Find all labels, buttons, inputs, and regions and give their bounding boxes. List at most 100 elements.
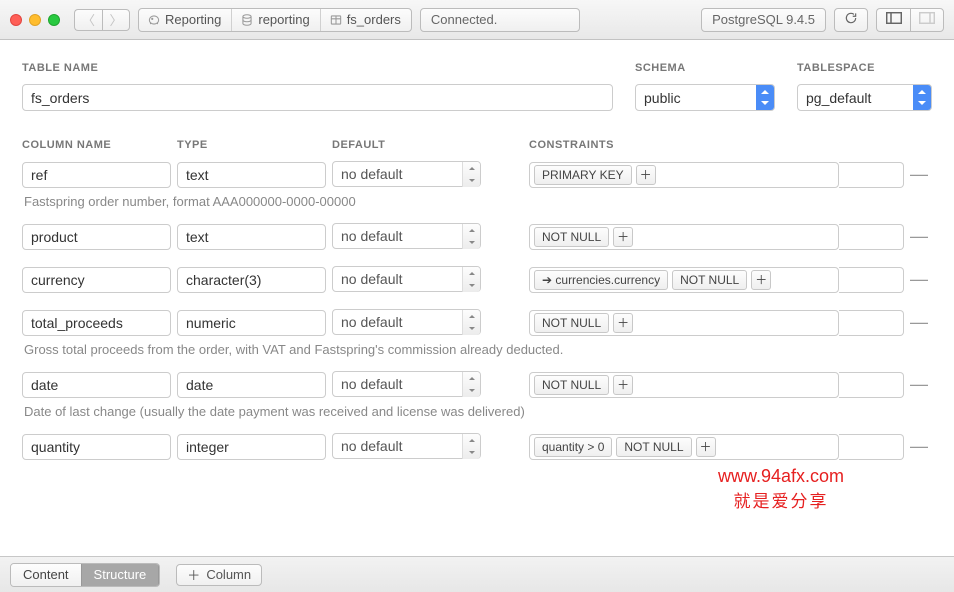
remove-column-button[interactable]: — bbox=[904, 436, 932, 457]
constraints-cell[interactable]: PRIMARY KEY＋ bbox=[529, 162, 839, 188]
constraint-tag[interactable]: PRIMARY KEY bbox=[534, 165, 632, 185]
default-select[interactable]: no default bbox=[332, 309, 481, 336]
default-select[interactable]: no default bbox=[332, 161, 481, 188]
label-column-name: COLUMN NAME bbox=[22, 139, 177, 151]
constraint-tag[interactable]: quantity > 0 bbox=[534, 437, 612, 457]
constraints-tail bbox=[839, 224, 904, 250]
nav-forward-button[interactable]: 〉 bbox=[102, 9, 130, 31]
constraints-tail bbox=[839, 162, 904, 188]
stepper-icon bbox=[462, 224, 480, 249]
constraints-tail bbox=[839, 267, 904, 293]
label-tablespace: TABLESPACE bbox=[797, 62, 932, 74]
table-icon bbox=[329, 13, 343, 27]
table-name-input[interactable] bbox=[22, 84, 613, 111]
default-select[interactable]: no default bbox=[332, 371, 481, 398]
breadcrumb-connection[interactable]: Reporting bbox=[139, 9, 232, 31]
remove-column-button[interactable]: — bbox=[904, 312, 932, 333]
remove-column-button[interactable]: — bbox=[904, 269, 932, 290]
breadcrumb: Reporting reporting fs_orders bbox=[138, 8, 412, 32]
add-constraint-button[interactable]: ＋ bbox=[613, 313, 633, 333]
column-type-input[interactable] bbox=[177, 372, 326, 398]
column-name-input[interactable] bbox=[22, 162, 171, 188]
refresh-icon bbox=[844, 11, 858, 28]
constraint-tag[interactable]: NOT NULL bbox=[672, 270, 747, 290]
traffic-lights bbox=[10, 14, 60, 26]
column-row: no default NOT NULL＋ — bbox=[22, 309, 932, 336]
breadcrumb-label: Reporting bbox=[165, 12, 221, 27]
add-column-button[interactable]: ＋ Column bbox=[176, 564, 262, 586]
column-type-input[interactable] bbox=[177, 434, 326, 460]
add-constraint-button[interactable]: ＋ bbox=[613, 227, 633, 247]
default-select[interactable]: no default bbox=[332, 433, 481, 460]
layout-sidebar-left-button[interactable] bbox=[876, 8, 910, 32]
nav-back-button[interactable]: 〈 bbox=[74, 9, 102, 31]
constraint-tag[interactable]: NOT NULL bbox=[534, 313, 609, 333]
chevron-right-icon: 〉 bbox=[109, 10, 122, 29]
label-constraints: CONSTRAINTS bbox=[529, 139, 739, 151]
constraints-cell[interactable]: NOT NULL＋ bbox=[529, 372, 839, 398]
remove-column-button[interactable]: — bbox=[904, 226, 932, 247]
constraints-cell[interactable]: ➔ currencies.currencyNOT NULL＋ bbox=[529, 267, 839, 293]
column-comment: Date of last change (usually the date pa… bbox=[24, 404, 932, 419]
constraint-tag[interactable]: NOT NULL bbox=[534, 227, 609, 247]
remove-column-button[interactable]: — bbox=[904, 374, 932, 395]
remove-column-button[interactable]: — bbox=[904, 164, 932, 185]
breadcrumb-database[interactable]: reporting bbox=[232, 9, 320, 31]
zoom-window-button[interactable] bbox=[48, 14, 60, 26]
elephant-icon bbox=[147, 13, 161, 27]
stepper-icon bbox=[462, 162, 480, 187]
sidebar-right-icon bbox=[919, 12, 935, 27]
column-name-input[interactable] bbox=[22, 372, 171, 398]
stepper-icon bbox=[462, 310, 480, 335]
add-constraint-button[interactable]: ＋ bbox=[696, 437, 716, 457]
add-constraint-button[interactable]: ＋ bbox=[751, 270, 771, 290]
db-version: PostgreSQL 9.4.5 bbox=[701, 8, 826, 32]
chevron-left-icon: 〈 bbox=[82, 10, 95, 29]
column-name-input[interactable] bbox=[22, 434, 171, 460]
tablespace-select[interactable]: pg_default bbox=[797, 84, 932, 111]
refresh-button[interactable] bbox=[834, 8, 868, 32]
column-type-input[interactable] bbox=[177, 162, 326, 188]
constraints-cell[interactable]: NOT NULL＋ bbox=[529, 310, 839, 336]
stepper-icon bbox=[913, 85, 931, 110]
plus-icon: ＋ bbox=[187, 565, 200, 584]
constraint-tag[interactable]: NOT NULL bbox=[616, 437, 691, 457]
window-toolbar: 〈 〉 Reporting reporting fs_orders Connec… bbox=[0, 0, 954, 40]
column-type-input[interactable] bbox=[177, 267, 326, 293]
stepper-icon bbox=[462, 372, 480, 397]
schema-select[interactable]: public bbox=[635, 84, 775, 111]
column-row: no default PRIMARY KEY＋ — bbox=[22, 161, 932, 188]
add-constraint-button[interactable]: ＋ bbox=[613, 375, 633, 395]
connection-status: Connected. bbox=[420, 8, 580, 32]
column-type-input[interactable] bbox=[177, 224, 326, 250]
breadcrumb-label: reporting bbox=[258, 12, 309, 27]
close-window-button[interactable] bbox=[10, 14, 22, 26]
constraints-tail bbox=[839, 372, 904, 398]
structure-editor: TABLE NAME SCHEMA public TABLESPACE pg_d… bbox=[0, 40, 954, 556]
constraint-tag[interactable]: ➔ currencies.currency bbox=[534, 270, 668, 290]
label-default: DEFAULT bbox=[332, 139, 487, 151]
breadcrumb-label: fs_orders bbox=[347, 12, 401, 27]
column-name-input[interactable] bbox=[22, 224, 171, 250]
column-row: no default ➔ currencies.currencyNOT NULL＋… bbox=[22, 266, 932, 293]
tab-content[interactable]: Content bbox=[11, 564, 81, 586]
constraint-tag[interactable]: NOT NULL bbox=[534, 375, 609, 395]
minimize-window-button[interactable] bbox=[29, 14, 41, 26]
column-row: no default NOT NULL＋ — bbox=[22, 223, 932, 250]
column-comment: Fastspring order number, format AAA00000… bbox=[24, 194, 932, 209]
column-type-input[interactable] bbox=[177, 310, 326, 336]
stepper-icon bbox=[462, 267, 480, 292]
default-select[interactable]: no default bbox=[332, 223, 481, 250]
constraints-cell[interactable]: NOT NULL＋ bbox=[529, 224, 839, 250]
layout-sidebar-right-button[interactable] bbox=[910, 8, 944, 32]
default-select[interactable]: no default bbox=[332, 266, 481, 293]
tab-structure[interactable]: Structure bbox=[81, 564, 160, 586]
label-table-name: TABLE NAME bbox=[22, 62, 613, 74]
label-type: TYPE bbox=[177, 139, 332, 151]
add-constraint-button[interactable]: ＋ bbox=[636, 165, 656, 185]
column-name-input[interactable] bbox=[22, 310, 171, 336]
breadcrumb-table[interactable]: fs_orders bbox=[321, 9, 411, 31]
constraints-cell[interactable]: quantity > 0NOT NULL＋ bbox=[529, 434, 839, 460]
column-row: no default NOT NULL＋ — bbox=[22, 371, 932, 398]
column-name-input[interactable] bbox=[22, 267, 171, 293]
